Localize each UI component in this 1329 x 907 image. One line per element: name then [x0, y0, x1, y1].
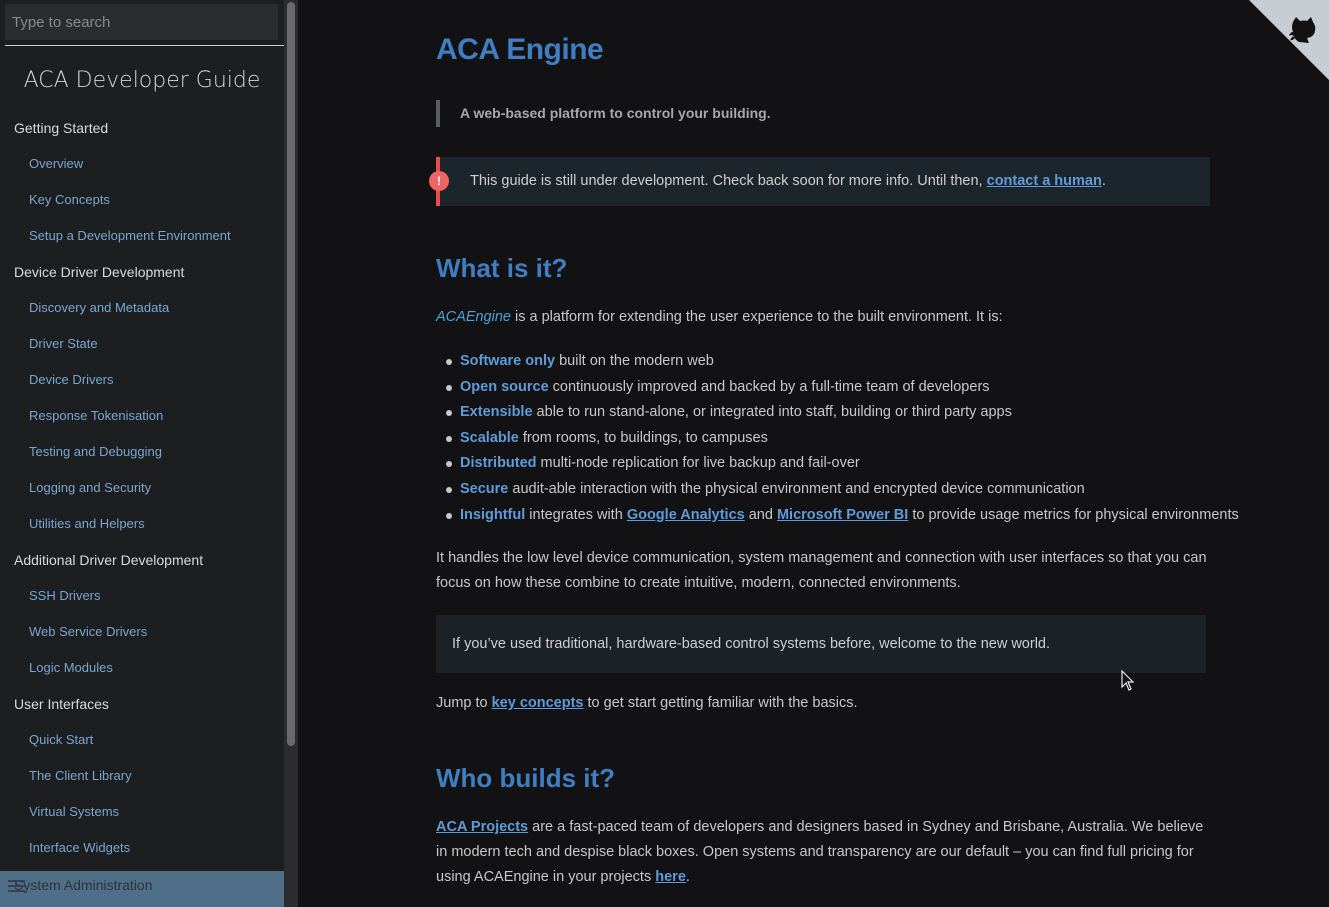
list-item: Open source continuously improved and ba… [446, 375, 1239, 401]
lead-quote: A web-based platform to control your bui… [436, 100, 771, 127]
search-underline [5, 45, 284, 46]
heading-who-builds-it: Who builds it? [436, 763, 616, 793]
app-title[interactable]: ACA Developer Guide [0, 68, 284, 93]
contact-human-link[interactable]: contact a human [987, 173, 1102, 189]
key-concepts-link[interactable]: key concepts [492, 695, 584, 711]
sidebar-item-driver-state[interactable]: Driver State [0, 326, 284, 362]
sidebar-item-interface-widgets[interactable]: Interface Widgets [0, 830, 284, 866]
sidebar-item-client-library[interactable]: The Client Library [0, 758, 284, 794]
sidebar-item-utilities-helpers[interactable]: Utilities and Helpers [0, 506, 284, 542]
heading-what-is-it: What is it? [436, 253, 568, 283]
list-item: Insightful integrates with Google Analyt… [446, 503, 1239, 529]
sidebar-item-setup-dev-env[interactable]: Setup a Development Environment [0, 218, 284, 254]
handles-paragraph: It handles the low level device communic… [436, 550, 1207, 591]
list-item: Scalable from rooms, to buildings, to ca… [446, 426, 1239, 452]
page-title: ACA Engine [436, 33, 604, 66]
sidebar-item-web-service-drivers[interactable]: Web Service Drivers [0, 614, 284, 650]
sidebar-item-quick-start[interactable]: Quick Start [0, 722, 284, 758]
sidebar: ACA Developer Guide Getting Started Over… [0, 0, 284, 907]
list-item: Extensible able to run stand-alone, or i… [446, 400, 1239, 426]
sidebar-item-ssh-drivers[interactable]: SSH Drivers [0, 578, 284, 614]
sidebar-item-device-drivers[interactable]: Device Drivers [0, 362, 284, 398]
list-item: Software only built on the modern web [446, 349, 1239, 375]
intro-paragraph: ACAEngine is a platform for extending th… [436, 309, 1003, 325]
sidebar-item-system-administration[interactable]: System Administration [0, 871, 284, 907]
info-callout-text: If you’ve used traditional, hardware-bas… [452, 636, 1051, 652]
sidebar-item-label: System Administration [14, 877, 153, 893]
warning-icon: ! [429, 171, 449, 191]
sidebar-item-device-driver-development[interactable]: Device Driver Development [0, 254, 284, 290]
sidebar-item-user-interfaces[interactable]: User Interfaces [0, 686, 284, 722]
aca-projects-link[interactable]: ACA Projects [436, 819, 528, 835]
sidebar-item-overview[interactable]: Overview [0, 146, 284, 182]
search-input[interactable] [5, 4, 278, 40]
sidebar-scrollbar[interactable] [284, 0, 298, 907]
sidebar-item-discovery-metadata[interactable]: Discovery and Metadata [0, 290, 284, 326]
sidebar-item-additional-driver-development[interactable]: Additional Driver Development [0, 542, 284, 578]
list-item: Secure audit-able interaction with the p… [446, 477, 1239, 503]
power-bi-link[interactable]: Microsoft Power BI [777, 507, 908, 523]
info-callout: If you’ve used traditional, hardware-bas… [436, 615, 1206, 673]
sidebar-item-key-concepts[interactable]: Key Concepts [0, 182, 284, 218]
who-paragraph: ACA Projects are a fast-paced team of de… [436, 819, 1204, 885]
pricing-here-link[interactable]: here [655, 869, 686, 885]
warning-text: This guide is still under development. C… [470, 173, 1106, 189]
brand-name: ACAEngine [436, 309, 511, 325]
list-item: Distributed multi-node replication for l… [446, 451, 1239, 477]
hamburger-icon[interactable] [8, 880, 25, 892]
sidebar-item-virtual-systems[interactable]: Virtual Systems [0, 794, 284, 830]
sidebar-item-logging-security[interactable]: Logging and Security [0, 470, 284, 506]
mouse-cursor-icon [1121, 670, 1135, 691]
sidebar-nav: Getting Started Overview Key Concepts Se… [0, 110, 284, 866]
jump-paragraph: Jump to key concepts to get start gettin… [436, 695, 858, 711]
sidebar-item-getting-started[interactable]: Getting Started [0, 110, 284, 146]
github-octocat-icon[interactable] [1249, 0, 1329, 80]
feature-list: Software only built on the modern web Op… [446, 349, 1239, 528]
google-analytics-link[interactable]: Google Analytics [627, 507, 745, 523]
scrollbar-thumb[interactable] [287, 2, 295, 746]
warning-callout: ! This guide is still under development.… [429, 157, 1210, 206]
sidebar-item-logic-modules[interactable]: Logic Modules [0, 650, 284, 686]
sidebar-item-response-tokenisation[interactable]: Response Tokenisation [0, 398, 284, 434]
sidebar-item-testing-debugging[interactable]: Testing and Debugging [0, 434, 284, 470]
